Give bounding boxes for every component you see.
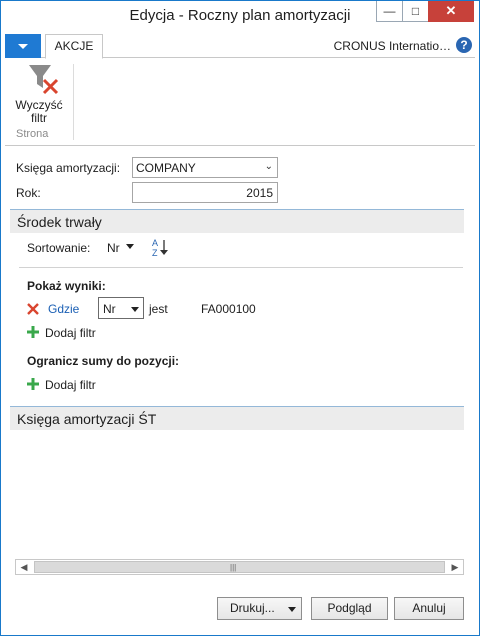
book-label: Księga amortyzacji: (16, 161, 121, 175)
year-value: 2015 (246, 186, 273, 200)
dialog-window: Edycja - Roczny plan amortyzacji — □ ✕ A… (0, 0, 480, 636)
preview-button[interactable]: Podgląd (311, 597, 388, 620)
chevron-down-icon (288, 607, 296, 612)
close-icon: ✕ (445, 3, 457, 18)
filter-field-value: Nr (103, 302, 116, 316)
print-button[interactable]: Drukuj... (217, 597, 302, 620)
company-name[interactable]: CRONUS Internatio… (305, 39, 451, 53)
add-filter-icon[interactable] (27, 378, 39, 390)
remove-filter-icon[interactable] (27, 303, 39, 315)
app-menu-button[interactable] (5, 34, 41, 58)
ribbon-panel: Wyczyść filtr Strona (5, 58, 475, 146)
add-filter-icon[interactable] (27, 326, 39, 338)
cancel-button[interactable]: Anuluj (394, 597, 464, 620)
year-input[interactable]: 2015 (132, 182, 278, 203)
chevron-down-icon (18, 43, 28, 49)
where-link[interactable]: Gdzie (48, 302, 79, 316)
show-results-label: Pokaż wyniki: (27, 279, 106, 293)
scroll-right-icon[interactable]: ▶ (447, 560, 463, 574)
minimize-icon: — (383, 4, 396, 18)
maximize-button[interactable]: □ (402, 1, 429, 22)
ribbon-group-label: Strona (16, 128, 49, 140)
minimize-button[interactable]: — (376, 1, 403, 22)
chevron-down-icon (131, 307, 139, 312)
add-filter-button[interactable]: Dodaj filtr (45, 326, 96, 340)
close-button[interactable]: ✕ (428, 1, 474, 22)
fasttab-fa-ledger-title: Księga amortyzacji ŚT (17, 411, 157, 427)
svg-text:A: A (152, 238, 158, 248)
ribbon-separator (73, 64, 74, 140)
fasttab-fa-ledger[interactable]: Księga amortyzacji ŚT (10, 406, 464, 430)
year-label: Rok: (16, 186, 41, 200)
sort-label: Sortowanie: (27, 241, 91, 255)
scrollbar-thumb[interactable]: ||| (34, 561, 445, 573)
scroll-left-icon[interactable]: ◀ (16, 560, 32, 574)
section-divider (19, 267, 463, 268)
add-totals-filter-button[interactable]: Dodaj filtr (45, 378, 96, 392)
chevron-down-icon: ⌄ (264, 161, 273, 172)
maximize-icon: □ (411, 4, 420, 18)
svg-text:Z: Z (152, 248, 158, 257)
title-bar: Edycja - Roczny plan amortyzacji — □ ✕ (1, 1, 479, 31)
clear-filter-label: Wyczyść filtr (15, 98, 63, 125)
ribbon-tabstrip: AKCJE CRONUS Internatio… ? (5, 34, 475, 59)
chevron-down-icon[interactable] (126, 244, 134, 249)
is-label: jest (149, 302, 168, 316)
help-icon[interactable]: ? (456, 37, 472, 53)
filter-field-select[interactable]: Nr (98, 297, 144, 319)
limit-totals-label: Ogranicz sumy do pozycji: (27, 354, 180, 368)
tab-akcje[interactable]: AKCJE (45, 34, 103, 59)
sort-field-dropdown[interactable]: Nr (107, 241, 120, 255)
book-value: COMPANY (136, 161, 196, 175)
book-select[interactable]: COMPANY ⌄ (132, 157, 278, 178)
fasttab-fixed-asset-title: Środek trwały (17, 214, 102, 230)
filter-value[interactable]: FA000100 (201, 302, 256, 316)
print-button-label: Drukuj... (230, 601, 275, 615)
grip-icon: ||| (230, 563, 237, 572)
horizontal-scrollbar[interactable]: ◀ ||| ▶ (15, 559, 464, 575)
sort-az-icon[interactable]: A Z (151, 237, 173, 257)
filter-clear-icon (29, 65, 59, 95)
clear-filter-button[interactable]: Wyczyść filtr (11, 61, 67, 125)
fasttab-fixed-asset[interactable]: Środek trwały (10, 209, 464, 233)
